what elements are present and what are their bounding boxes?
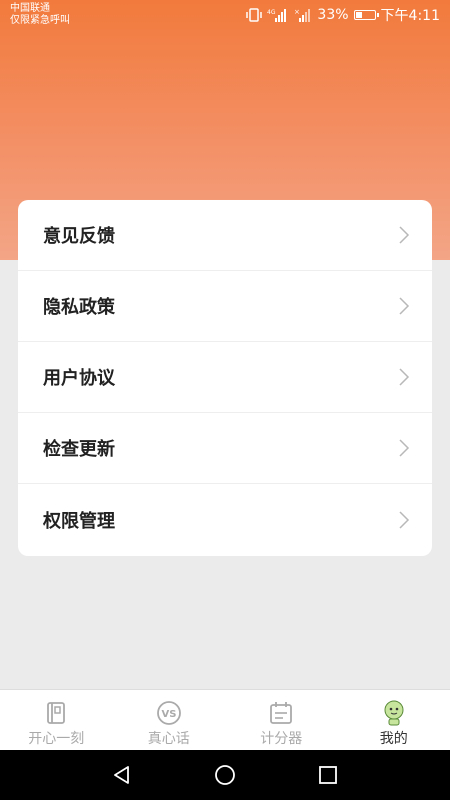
settings-menu: 意见反馈 隐私政策 用户协议 检查更新 权限管理	[18, 200, 432, 556]
recents-icon[interactable]	[317, 764, 339, 786]
svg-text:VS: VS	[161, 709, 176, 720]
vibrate-icon	[246, 8, 263, 22]
chevron-right-icon	[399, 510, 410, 529]
menu-item-label: 隐私政策	[43, 297, 115, 318]
back-icon[interactable]	[111, 764, 133, 786]
chevron-right-icon	[399, 439, 410, 457]
avatar-icon	[384, 700, 404, 726]
svg-text:4G: 4G	[267, 9, 276, 16]
chevron-right-icon	[399, 226, 410, 244]
status-indicators: 4G × 33% 下午4:11	[246, 5, 440, 25]
menu-item-feedback[interactable]: 意见反馈	[18, 200, 432, 271]
tab-mine[interactable]: 我的	[338, 690, 450, 750]
menu-item-label: 权限管理	[43, 510, 115, 532]
battery-fill	[355, 12, 363, 18]
menu-item-permissions[interactable]: 权限管理	[18, 484, 432, 555]
menu-item-label: 用户协议	[43, 368, 115, 389]
tab-label: 计分器	[260, 731, 303, 747]
menu-item-check-update[interactable]: 检查更新	[18, 413, 432, 484]
status-time: 下午4:11	[380, 8, 440, 24]
tab-label: 开心一刻	[28, 731, 85, 747]
menu-item-privacy-policy[interactable]: 隐私政策	[18, 271, 432, 342]
tab-truth[interactable]: VS 真心话	[113, 690, 226, 750]
signal-4g-icon: 4G	[267, 9, 287, 22]
carrier-name: 中国联通	[10, 3, 50, 14]
bottom-tab-bar: 开心一刻 VS 真心话 计分器 我的	[0, 689, 450, 750]
carrier-info: 中国联通 仅限紧急呼叫	[10, 3, 70, 27]
tab-fun-moment[interactable]: 开心一刻	[0, 690, 113, 750]
battery-percent: 33%	[317, 7, 349, 23]
book-icon	[47, 702, 66, 724]
calendar-icon	[270, 702, 293, 724]
menu-item-label: 检查更新	[43, 439, 115, 460]
tab-label: 真心话	[147, 731, 190, 747]
tab-label: 我的	[379, 731, 408, 747]
chevron-right-icon	[399, 368, 410, 386]
chevron-right-icon	[399, 297, 410, 315]
menu-item-label: 意见反馈	[43, 226, 115, 247]
tab-scorer[interactable]: 计分器	[225, 690, 338, 750]
emergency-calls-only: 仅限紧急呼叫	[10, 15, 70, 26]
battery-icon	[353, 10, 379, 20]
svg-text:×: ×	[294, 8, 300, 16]
signal-no-sim-icon: ×	[294, 8, 311, 22]
system-navigation-bar	[0, 750, 450, 800]
vs-icon: VS	[156, 701, 181, 725]
menu-item-user-agreement[interactable]: 用户协议	[18, 342, 432, 413]
status-bar: 中国联通 仅限紧急呼叫 4G × 33% 下午4:11	[0, 0, 450, 30]
home-icon[interactable]	[214, 764, 236, 786]
